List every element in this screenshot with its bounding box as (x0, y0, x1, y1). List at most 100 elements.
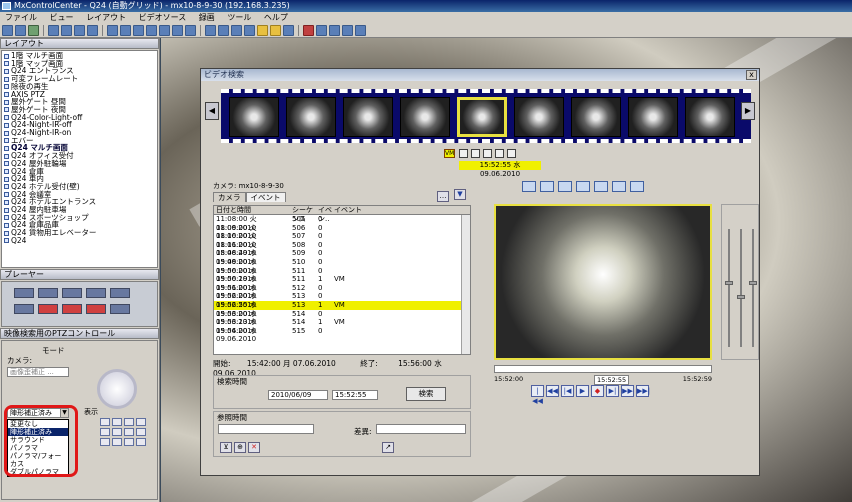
toolbar-layout-icon[interactable] (15, 25, 26, 36)
thumbnail-frame[interactable] (514, 97, 564, 137)
fast-forward-button[interactable]: ▶▶ (621, 385, 634, 397)
frame-checkbox[interactable] (507, 149, 516, 158)
player-step-forward-button[interactable] (110, 304, 130, 314)
thumbnail-frame[interactable] (685, 97, 735, 137)
menu-help[interactable]: ヘルプ (259, 13, 293, 22)
grid-cell-button[interactable] (112, 428, 122, 436)
timeline-bar[interactable] (494, 365, 712, 373)
filter-icon[interactable]: ▼ (454, 189, 466, 200)
audio-icon[interactable] (522, 181, 536, 192)
toolbar-brush-icon[interactable] (316, 25, 327, 36)
stop-button[interactable]: ◆ (591, 385, 604, 397)
column-event-type[interactable]: イベン.. (318, 206, 334, 223)
camera-select[interactable]: 画像歪補正 ... (7, 367, 69, 377)
table-row[interactable]: 15:49:00 水 09.06.2010 510 0 (214, 258, 470, 275)
toolbar-view-icon[interactable] (133, 25, 144, 36)
print-icon[interactable] (612, 181, 626, 192)
export-icon[interactable] (594, 181, 608, 192)
film-next-arrow[interactable]: ▶ (741, 102, 755, 120)
table-scrollbar[interactable] (461, 215, 470, 354)
player-forward-button[interactable] (86, 288, 106, 298)
player-record3-button[interactable] (86, 304, 106, 314)
player-rewind-button[interactable] (14, 288, 34, 298)
tab-camera[interactable]: カメラ (213, 192, 246, 202)
toolbar-monitor-icon[interactable] (48, 25, 59, 36)
slider-knob[interactable] (749, 281, 757, 285)
slider-knob[interactable] (737, 295, 745, 299)
frame-checkbox[interactable] (471, 149, 480, 158)
toolbar-network-icon[interactable] (355, 25, 366, 36)
rewind-button[interactable]: ◀◀ (546, 385, 559, 397)
column-sequence[interactable]: シーケンス (292, 206, 318, 223)
search-button[interactable]: 検索 (406, 387, 446, 401)
table-row[interactable]: 15:54:00 水 09.06.2010 515 0 (214, 327, 470, 344)
video-preview[interactable] (494, 204, 712, 360)
thumbnail-frame[interactable] (229, 97, 279, 137)
table-row[interactable]: 15:48:49 水 09.06.2010 509 0 (214, 249, 470, 266)
ptz-joystick[interactable] (97, 369, 137, 409)
ref-apply-button[interactable]: ↗ (382, 442, 394, 453)
table-row[interactable]: 11:10:00 火 08.06.2010 507 0 (214, 232, 470, 249)
toolbar-settings-icon[interactable] (342, 25, 353, 36)
frame-checkbox[interactable] (495, 149, 504, 158)
toolbar-frame-icon[interactable] (205, 25, 216, 36)
table-row[interactable]: 15:50:00 水 09.06.2010 511 0 (214, 267, 470, 284)
thumbnail-frame[interactable] (628, 97, 678, 137)
grid-cell-button[interactable] (100, 418, 110, 426)
menu-record[interactable]: 録画 (194, 13, 220, 22)
slider-track[interactable] (740, 229, 742, 347)
toolbar-search-icon[interactable] (329, 25, 340, 36)
first-frame-button[interactable]: |◀◀ (531, 385, 544, 405)
toolbar-print-icon[interactable] (185, 25, 196, 36)
toolbar-pause-icon[interactable] (283, 25, 294, 36)
player-record-button[interactable] (38, 304, 58, 314)
toolbar-grid2-icon[interactable] (74, 25, 85, 36)
grid-cell-button[interactable] (124, 418, 134, 426)
thumbnail-frame-selected[interactable] (457, 97, 507, 137)
grid-cell-button[interactable] (100, 428, 110, 436)
mark-start-icon[interactable] (558, 181, 572, 192)
diff-input[interactable] (376, 424, 466, 434)
toolbar-split-icon[interactable] (172, 25, 183, 36)
frame-checkbox[interactable] (483, 149, 492, 158)
player-record2-button[interactable] (62, 304, 82, 314)
toolbar-copy-icon[interactable] (231, 25, 242, 36)
menu-tools[interactable]: ツール (222, 13, 256, 22)
grid-cell-button[interactable] (112, 418, 122, 426)
toolbar-camera-icon[interactable] (159, 25, 170, 36)
tab-event[interactable]: イベント (245, 192, 286, 202)
table-row[interactable]: 11:08:00 火 08.06.2010 505 0 (214, 215, 470, 232)
grid-cell-button[interactable] (124, 438, 134, 446)
toolbar-grid-icon[interactable] (2, 25, 13, 36)
toolbar-sun-icon[interactable] (270, 25, 281, 36)
toolbar-link-icon[interactable] (61, 25, 72, 36)
menu-layout[interactable]: レイアウト (81, 13, 131, 22)
ref-link-button[interactable]: ⊕ (234, 442, 246, 453)
frame-checkbox[interactable] (459, 149, 468, 158)
menu-view[interactable]: ビュー (45, 13, 79, 22)
grid-cell-button[interactable] (136, 438, 146, 446)
toolbar-bell-icon[interactable] (257, 25, 268, 36)
close-button[interactable]: x (746, 70, 757, 80)
slider-track[interactable] (728, 229, 730, 347)
table-row[interactable]: 15:52:55 水 09.06.2010 513 1 VM (214, 300, 470, 318)
toolbar-power-icon[interactable] (303, 25, 314, 36)
step-back-button[interactable]: |◀ (561, 385, 574, 397)
tree-item[interactable]: Q24 (4, 237, 155, 245)
date-input[interactable]: 2010/06/09 (268, 390, 328, 400)
player-step-back-button[interactable] (14, 304, 34, 314)
time-input[interactable]: 15:52:55 (332, 390, 378, 400)
thumbnail-frame[interactable] (343, 97, 393, 137)
more-button[interactable]: … (437, 191, 449, 202)
toolbar-windows-icon[interactable] (120, 25, 131, 36)
ref-clear-button[interactable]: ✕ (248, 442, 260, 453)
menu-file[interactable]: ファイル (0, 13, 42, 22)
toolbar-window-icon[interactable] (107, 25, 118, 36)
grid-cell-button[interactable] (136, 418, 146, 426)
table-row[interactable]: 15:50:19 水 09.06.2010 511 1 VM (214, 275, 470, 292)
column-datetime[interactable]: 日付と時間 (214, 206, 292, 214)
table-row[interactable]: 11:09:00 火 08.06.2010 506 0 (214, 224, 470, 241)
thumbnail-frame[interactable] (400, 97, 450, 137)
player-back-button[interactable] (38, 288, 58, 298)
grid-cell-button[interactable] (136, 428, 146, 436)
